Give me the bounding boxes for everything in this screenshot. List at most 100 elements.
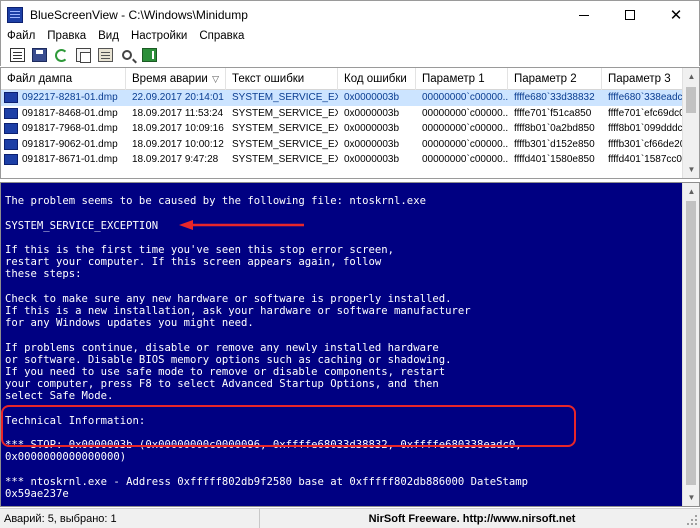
bsod-line: The problem seems to be caused by the fo…: [5, 195, 426, 208]
bsod-line: Check to make sure any new hardware or s…: [5, 292, 452, 305]
dump-file-icon: [4, 138, 18, 150]
cell-bug-check-string: SYSTEM_SERVICE_EX...: [232, 138, 338, 150]
cell-bug-check-string: SYSTEM_SERVICE_EX...: [232, 123, 338, 134]
menu-edit[interactable]: Правка: [41, 28, 92, 44]
cell-crash-time: 18.09.2017 11:53:24: [132, 107, 224, 119]
bsod-line: [5, 207, 699, 219]
cell-dump-file: 091817-8671-01.dmp: [1, 152, 126, 168]
menu-help[interactable]: Справка: [193, 28, 250, 44]
nirsoft-link[interactable]: NirSoft Freeware. http://www.nirsoft.net: [260, 513, 684, 525]
status-bar: Аварий: 5, выбрано: 1 NirSoft Freeware. …: [0, 508, 700, 528]
column-header-crash-time[interactable]: Время аварии ▽: [126, 68, 226, 90]
cell-parameter-3: ffffd401`1587cc0: [608, 154, 682, 165]
table-row[interactable]: 091817-8671-01.dmp 18.09.2017 9:47:28 SY…: [1, 152, 699, 168]
column-header-bug-check-string[interactable]: Текст ошибки: [226, 68, 338, 90]
toolbar: [0, 44, 700, 66]
dump-file-icon: [4, 92, 18, 104]
scroll-down-icon[interactable]: ▼: [683, 161, 699, 178]
maximize-button[interactable]: [607, 1, 653, 29]
cell-parameter-3: ffffe701`efc69dc0: [608, 107, 682, 119]
cell-text: 091817-8671-01.dmp: [22, 154, 118, 165]
refresh-button[interactable]: [51, 45, 71, 65]
column-header-label: Параметр 3: [608, 73, 671, 85]
bsod-line: If problems continue, disable or remove …: [5, 341, 439, 354]
minimize-button[interactable]: [561, 1, 607, 29]
scrollbar-thumb[interactable]: [686, 87, 696, 113]
close-button[interactable]: ✕: [653, 1, 699, 29]
sort-descending-icon: ▽: [212, 74, 219, 84]
copy-icon: [75, 48, 91, 63]
cell-crash-time: 18.09.2017 10:09:16: [132, 123, 224, 134]
cell-parameter-2: ffffe680`33d38832: [514, 92, 595, 103]
table-row[interactable]: 092217-8281-01.dmp 22.09.2017 20:14:01 S…: [1, 90, 699, 106]
cell-parameter-2: ffff8b01`0a2bd850: [514, 123, 595, 134]
cell-text: 092217-8281-01.dmp: [22, 92, 118, 103]
bsod-line: [5, 281, 699, 293]
bsod-panel-scrollbar[interactable]: ▲ ▼: [682, 183, 699, 506]
resize-grip-icon[interactable]: [684, 512, 698, 526]
save-button[interactable]: [29, 45, 49, 65]
column-header-parameter-3[interactable]: Параметр 3: [602, 68, 684, 90]
scroll-down-icon[interactable]: ▼: [683, 489, 699, 506]
cell-parameter-1: 00000000`c00000...: [422, 107, 508, 119]
select-columns-icon: [9, 48, 25, 62]
cell-bug-check-code: 0x0000003b: [344, 123, 400, 134]
bsod-preview-panel: The problem seems to be caused by the fo…: [0, 182, 700, 507]
menu-options[interactable]: Настройки: [125, 28, 193, 44]
close-icon: ✕: [669, 7, 683, 24]
dump-file-icon: [4, 107, 18, 119]
table-row[interactable]: 091817-9062-01.dmp 18.09.2017 10:00:12 S…: [1, 137, 699, 153]
table-row[interactable]: 091817-8468-01.dmp 18.09.2017 11:53:24 S…: [1, 106, 699, 122]
properties-button[interactable]: [95, 45, 115, 65]
bsod-line: If this is the first time you've seen th…: [5, 243, 395, 256]
column-header-bug-check-code[interactable]: Код ошибки: [338, 68, 416, 90]
crash-list: Файл дампа Время аварии ▽ Текст ошибки Ко…: [0, 67, 700, 179]
cell-bug-check-code: 0x0000003b: [344, 107, 400, 119]
window-title: BlueScreenView - C:\Windows\Minidump: [30, 7, 248, 22]
dump-file-icon: [4, 123, 18, 135]
crash-list-scrollbar[interactable]: ▲ ▼: [682, 68, 699, 178]
column-header-parameter-2[interactable]: Параметр 2: [508, 68, 602, 90]
bluescreenview-app-icon: [7, 6, 23, 23]
crash-list-body: 092217-8281-01.dmp 22.09.2017 20:14:01 S…: [1, 68, 699, 178]
bsod-error-name: SYSTEM_SERVICE_EXCEPTION: [5, 219, 159, 232]
cell-parameter-2: ffffe701`f51ca850: [514, 107, 592, 119]
cell-parameter-1: 00000000`c00000...: [422, 138, 508, 150]
scroll-up-icon[interactable]: ▲: [683, 68, 699, 85]
column-header-dump-file[interactable]: Файл дампа: [1, 68, 126, 90]
crash-list-header: Файл дампа Время аварии ▽ Текст ошибки Ко…: [1, 68, 699, 90]
cell-parameter-1: 00000000`c00000...: [422, 154, 508, 165]
cell-parameter-1: 00000000`c00000...: [422, 92, 508, 103]
find-button[interactable]: [117, 45, 137, 65]
copy-button[interactable]: [73, 45, 93, 65]
cell-dump-file: 091817-7968-01.dmp: [1, 121, 126, 137]
cell-bug-check-code: 0x0000003b: [344, 138, 400, 150]
column-header-parameter-1[interactable]: Параметр 1: [416, 68, 508, 90]
exit-button[interactable]: [139, 45, 159, 65]
bsod-line: restart your computer. If this screen ap…: [5, 256, 382, 269]
bsod-line: or software. Disable BIOS memory options…: [5, 353, 452, 366]
scrollbar-thumb[interactable]: [686, 201, 696, 485]
bsod-line: [5, 183, 699, 195]
window-controls: ✕: [561, 1, 699, 29]
cell-bug-check-string: SYSTEM_SERVICE_EX...: [232, 154, 338, 165]
menu-file[interactable]: Файл: [1, 28, 41, 44]
table-row[interactable]: 091817-7968-01.dmp 18.09.2017 10:09:16 S…: [1, 121, 699, 137]
menu-bar: Файл Правка Вид Настройки Справка: [0, 28, 700, 44]
cell-parameter-3: ffffe680`338eadc0: [608, 92, 682, 103]
select-columns-button[interactable]: [7, 45, 27, 65]
bsod-line: these steps:: [5, 268, 82, 281]
cell-bug-check-code: 0x0000003b: [344, 92, 400, 103]
cell-bug-check-string: SYSTEM_SERVICE_EX...: [232, 92, 338, 103]
scroll-up-icon[interactable]: ▲: [683, 183, 699, 200]
cell-text: 091817-9062-01.dmp: [22, 138, 118, 150]
cell-dump-file: 092217-8281-01.dmp: [1, 90, 126, 106]
dump-file-icon: [4, 154, 18, 166]
menu-view[interactable]: Вид: [92, 28, 125, 44]
bsod-stop-code-line: 0x0000000000000000): [5, 451, 127, 464]
bsod-line: your computer, press F8 to select Advanc…: [5, 378, 439, 391]
cell-bug-check-string: SYSTEM_SERVICE_EX...: [232, 107, 338, 119]
cell-dump-file: 091817-8468-01.dmp: [1, 106, 126, 122]
cell-crash-time: 18.09.2017 9:47:28: [132, 154, 219, 165]
bsod-line: [5, 329, 699, 341]
